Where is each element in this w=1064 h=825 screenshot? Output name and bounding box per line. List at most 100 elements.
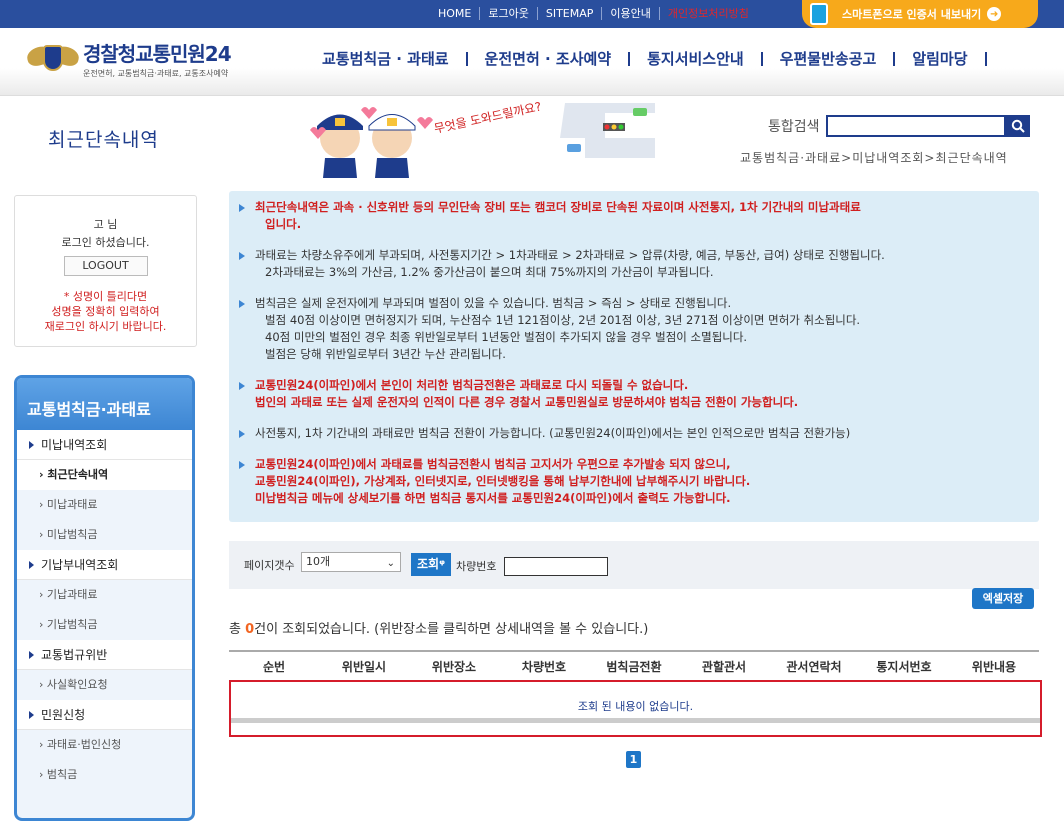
sidebar-item-label: 민원신청 xyxy=(41,708,86,722)
sidebar: 교통범칙금·과태료 미납내역조회 › 최근단속내역 › 미납과태료 › 미납범칙… xyxy=(14,375,195,821)
notice-panel: 최근단속내역은 과속 · 신호위반 등의 무인단속 장비 또는 캠코더 장비로 … xyxy=(229,191,1039,522)
top-nav-logout[interactable]: 로그아웃 xyxy=(480,7,538,20)
chevron-down-icon: ⌄ xyxy=(386,558,395,569)
main-nav-returned-mail[interactable]: 우편물반송공고 xyxy=(763,52,896,67)
main-nav-notice-service[interactable]: 통지서비스안내 xyxy=(630,52,763,67)
illustration-caption: 무엇을 도와드릴까요? xyxy=(433,99,543,135)
sidebar-item-label: 미납범칙금 xyxy=(46,528,98,541)
sidebar-item-label: 미납내역조회 xyxy=(41,438,108,452)
user-name: 고 님 xyxy=(93,218,118,231)
login-status-box: 고 님 로그인 하셨습니다. LOGOUT * 성명이 틀리다면 성명을 정확히 … xyxy=(14,195,197,347)
table-header: 순번 위반일시 위반장소 차량번호 범칙금전환 관할관서 관서연락처 통지서번호… xyxy=(229,650,1039,681)
sidebar-item-fact-check[interactable]: › 사실확인요청 xyxy=(17,670,192,700)
sidebar-item-unpaid-fines[interactable]: › 미납과태료 xyxy=(17,490,192,520)
top-nav: HOME 로그아웃 SITEMAP 이용안내 개인정보처리방침 xyxy=(430,7,757,20)
excel-save-button[interactable]: 엑셀저장 xyxy=(972,588,1034,609)
login-status-text: 로그인 하셨습니다. xyxy=(61,236,150,249)
page-size-select[interactable]: 10개 ⌄ xyxy=(301,552,401,572)
logout-button[interactable]: LOGOUT xyxy=(63,256,148,276)
page-size-value: 10개 xyxy=(306,555,331,568)
col-conversion: 범칙금전환 xyxy=(606,660,662,674)
triangle-icon xyxy=(29,711,34,719)
sidebar-item-label: 최근단속내역 xyxy=(47,468,109,481)
sidebar-item-paid-fines[interactable]: › 기납과태료 xyxy=(17,580,192,610)
notice-item: 교통민원24(이파인)에서 본인이 처리한 범칙금전환은 과태료로 다시 되돌릴… xyxy=(239,377,1029,411)
sidebar-item-label: 과태료·법인신청 xyxy=(46,738,122,751)
top-nav-guide[interactable]: 이용안내 xyxy=(602,7,660,20)
col-notice-no: 통지서번호 xyxy=(876,660,932,674)
search-input[interactable] xyxy=(825,115,1006,137)
sidebar-item-unpaid-penalty[interactable]: › 미납범칙금 xyxy=(17,520,192,550)
top-nav-home[interactable]: HOME xyxy=(430,7,481,20)
sidebar-item-label: 교통법규위반 xyxy=(41,648,108,662)
bullet-icon xyxy=(239,461,245,469)
site-header: 경찰청교통민원24 운전면허, 교통범칙금·과태료, 교통조사예약 교통범칙금 … xyxy=(0,28,1064,96)
breadcrumb: 교통범칙금·과태료>미납내역조회>최근단속내역 xyxy=(740,151,1008,165)
result-count: 총 0건이 조회되었습니다. (위반장소를 클릭하면 상세내역을 볼 수 있습니… xyxy=(229,622,649,637)
sidebar-item-recent[interactable]: › 최근단속내역 xyxy=(17,460,192,490)
plate-label: 차량번호 xyxy=(456,560,497,573)
site-logo[interactable]: 경찰청교통민원24 운전면허, 교통범칙금·과태료, 교통조사예약 xyxy=(25,38,232,79)
col-station: 관할관서 xyxy=(701,660,747,674)
logo-title-police: 경찰청 xyxy=(83,42,136,66)
sidebar-item-label: 기납과태료 xyxy=(46,588,98,601)
sidebar-item-label: 기납부내역조회 xyxy=(41,558,119,572)
main-nav-fines[interactable]: 교통범칙금 · 과태료 xyxy=(322,52,468,67)
empty-result-row: 조회 된 내용이 없습니다. xyxy=(229,680,1042,737)
page-title: 최근단속내역 xyxy=(48,129,159,151)
page-1-button[interactable]: 1 xyxy=(626,751,641,768)
col-location: 위반장소 xyxy=(431,660,477,674)
notice-item: 사전통지, 1차 기간내의 과태료만 범칙금 전환이 가능합니다. (교통민원2… xyxy=(239,425,1029,442)
result-count-number: 0 xyxy=(245,622,255,637)
sidebar-item-paid[interactable]: 기납부내역조회 xyxy=(17,550,192,580)
triangle-icon xyxy=(29,561,34,569)
sidebar-item-violation[interactable]: 교통법규위반 xyxy=(17,640,192,670)
sidebar-item-label: 범칙금 xyxy=(46,768,78,781)
sidebar-item-corporate[interactable]: › 과태료·법인신청 xyxy=(17,730,192,760)
global-search: 통합검색 xyxy=(768,115,1030,137)
triangle-icon xyxy=(29,441,34,449)
empty-message: 조회 된 내용이 없습니다. xyxy=(577,700,694,713)
col-violation: 위반내용 xyxy=(971,660,1017,674)
sidebar-item-label: 기납범칙금 xyxy=(46,618,98,631)
police-emblem-icon xyxy=(25,39,81,79)
page-size-label: 페이지갯수 xyxy=(244,559,295,572)
notice-item: 교통민원24(이파인)에서 과태료를 범칙금전환시 범칙금 고지서가 우편으로 … xyxy=(239,456,1029,507)
bullet-icon xyxy=(239,204,245,212)
top-utility-bar: HOME 로그아웃 SITEMAP 이용안내 개인정보처리방침 스마트폰으로 인… xyxy=(0,0,1064,28)
sidebar-item-penalty[interactable]: › 범칙금 xyxy=(17,760,192,790)
col-plate: 차량번호 xyxy=(521,660,567,674)
query-button[interactable]: 조회ᵠ xyxy=(411,553,451,576)
main-nav-announcements[interactable]: 알림마당 xyxy=(895,52,987,67)
bullet-icon xyxy=(239,300,245,308)
search-icon xyxy=(1011,119,1025,133)
search-label: 통합검색 xyxy=(768,119,820,135)
arrow-right-icon: ➜ xyxy=(987,7,1002,21)
plate-input[interactable] xyxy=(504,557,608,576)
main-nav-license[interactable]: 운전면허 · 조사예약 xyxy=(468,52,631,67)
notice-item: 최근단속내역은 과속 · 신호위반 등의 무인단속 장비 또는 캠코더 장비로 … xyxy=(239,199,1029,233)
bullet-icon xyxy=(239,430,245,438)
name-warning: * 성명이 틀리다면 성명을 정확히 입력하여 재로그인 하시기 바랍니다. xyxy=(44,290,167,333)
sidebar-item-application[interactable]: 민원신청 xyxy=(17,700,192,730)
smartphone-icon xyxy=(810,3,828,25)
sidebar-item-paid-penalty[interactable]: › 기납범칙금 xyxy=(17,610,192,640)
sidebar-item-label: 미납과태료 xyxy=(46,498,98,511)
top-nav-privacy[interactable]: 개인정보처리방침 xyxy=(660,7,757,20)
col-contact: 관서연락처 xyxy=(786,660,842,674)
search-button[interactable] xyxy=(1005,115,1030,137)
filter-bar: 페이지갯수 10개 ⌄ 조회ᵠ 차량번호 xyxy=(229,541,1039,589)
export-certificate-label: 스마트폰으로 인증서 내보내기 xyxy=(842,8,982,21)
bullet-icon xyxy=(239,252,245,260)
triangle-icon xyxy=(29,651,34,659)
notice-item: 과태료는 차량소유주에게 부과되며, 사전통지기간 > 1차과태료 > 2차과태… xyxy=(239,247,1029,281)
col-datetime: 위반일시 xyxy=(341,660,387,674)
logo-subtitle: 운전면허, 교통범칙금·과태료, 교통조사예약 xyxy=(83,69,229,78)
export-certificate-button[interactable]: 스마트폰으로 인증서 내보내기 ➜ xyxy=(802,0,1038,28)
sidebar-item-unpaid[interactable]: 미납내역조회 xyxy=(17,430,192,460)
bullet-icon xyxy=(239,382,245,390)
sidebar-item-label: 사실확인요청 xyxy=(46,678,108,691)
police-mascot-illustration: 무엇을 도와드릴까요? xyxy=(310,99,655,178)
top-nav-sitemap[interactable]: SITEMAP xyxy=(538,7,603,20)
col-seq: 순번 xyxy=(262,660,286,674)
